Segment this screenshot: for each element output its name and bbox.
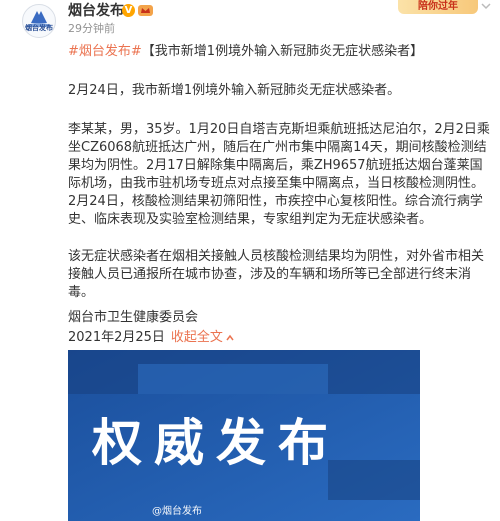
chevron-up-icon <box>226 334 234 340</box>
avatar-label: 烟台发布 <box>25 24 53 32</box>
post-source: 烟台市卫生健康委员会 <box>68 310 199 325</box>
promo-banner[interactable]: 陪你过年 <box>398 0 478 14</box>
collapse-label: 收起全文 <box>170 330 223 345</box>
vip-crown-icon <box>138 5 153 16</box>
chevron-down-icon[interactable] <box>480 0 492 12</box>
lighthouse-logo-icon <box>27 11 51 27</box>
post-date-line: 2021年2月25日 收起全文 <box>68 329 235 347</box>
collapse-text-button[interactable]: 收起全文 <box>171 330 235 345</box>
post-image[interactable]: 权威发布 @烟台发布 <box>68 350 420 521</box>
image-watermark: @烟台发布 <box>152 506 202 517</box>
weibo-post-card: 烟台发布 烟台发布 V 29分钟前 陪你过年 #烟台发布#【我市新增1例境外输入… <box>0 0 500 521</box>
post-headline-line: #烟台发布#【我市新增1例境外输入新冠肺炎无症状感染者】 <box>68 43 492 61</box>
username-link[interactable]: 烟台发布 <box>68 2 124 20</box>
post-paragraph: 该无症状感染者在烟相关接触人员核酸检测结果均为阴性，对外省市相关接触人员已通报所… <box>68 249 485 300</box>
verified-badge-icon: V <box>122 4 135 17</box>
hashtag-link[interactable]: #烟台发布# <box>68 44 142 59</box>
post-headline: 【我市新增1例境外输入新冠肺炎无症状感染者】 <box>141 44 424 59</box>
image-headline: 权威发布 <box>92 414 340 472</box>
post-paragraph: 2月24日，我市新增1例境外输入新冠肺炎无症状感染者。 <box>68 83 401 98</box>
post-date: 2021年2月25日 <box>68 330 165 345</box>
post-timestamp[interactable]: 29分钟前 <box>68 22 115 36</box>
avatar[interactable]: 烟台发布 <box>22 4 56 38</box>
post-paragraph: 李某某，男，35岁。1月20日自塔吉克斯坦乘航班抵达尼泊尔，2月2日乘坐CZ60… <box>68 122 490 227</box>
